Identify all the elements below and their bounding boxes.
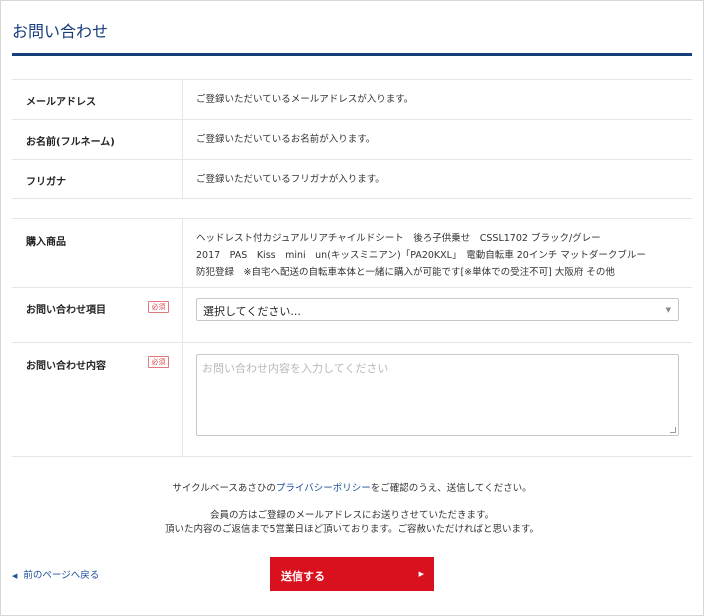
product-label-cell: 購入商品 (12, 219, 183, 287)
select-value: 選択してください... (203, 305, 301, 318)
name-label: お名前(フルネーム) (26, 137, 115, 148)
policy-suffix: をご確認のうえ、送信してください。 (370, 483, 532, 494)
page-title: お問い合わせ (12, 22, 109, 41)
title-divider (12, 53, 692, 56)
textarea-placeholder: お問い合わせ内容を入力してください (202, 362, 389, 375)
required-badge: 必須 (148, 356, 169, 368)
resize-handle-icon[interactable] (670, 427, 676, 433)
inquiry-item-row: お問い合わせ項目 必須 選択してください... ▼ (12, 287, 692, 342)
inquiry-item-label: お問い合わせ項目 (26, 305, 106, 316)
name-label-cell: お名前(フルネーム) (12, 120, 183, 159)
privacy-policy-link[interactable]: プライバシーポリシー (276, 483, 371, 494)
product-label: 購入商品 (26, 237, 66, 248)
inquiry-content-textarea[interactable]: お問い合わせ内容を入力してください (196, 354, 679, 436)
name-row: お名前(フルネーム) ご登録いただいているお名前が入ります。 (12, 119, 692, 159)
furigana-label-cell: フリガナ (12, 160, 183, 198)
email-row: メールアドレス ご登録いただいているメールアドレスが入ります。 (12, 79, 692, 119)
product-row: 購入商品 ヘッドレスト付カジュアルリアチャイルドシート 後ろ子供乗せ CSSL1… (12, 218, 692, 287)
submit-button[interactable]: 送信する ▶ (270, 557, 434, 591)
furigana-value: ご登録いただいているフリガナが入ります。 (196, 174, 385, 185)
chevron-down-icon: ▼ (665, 306, 671, 314)
submit-label: 送信する (281, 570, 325, 583)
inquiry-content-row: お問い合わせ内容 必須 お問い合わせ内容を入力してください (12, 342, 692, 457)
back-link[interactable]: ◀ 前のページへ戻る (12, 567, 99, 581)
product-line-1: ヘッドレスト付カジュアルリアチャイルドシート 後ろ子供乗せ CSSL1702 ブ… (196, 233, 601, 244)
member-notice: 会員の方はご登録のメールアドレスにお送りさせていただきます。 (209, 510, 495, 521)
furigana-row: フリガナ ご登録いただいているフリガナが入ります。 (12, 159, 692, 199)
product-line-3: 防犯登録 ※自宅へ配送の自転車本体と一緒に購入が可能です[※単体での受注不可] … (196, 267, 615, 278)
furigana-label: フリガナ (26, 177, 66, 188)
reply-notice: 頂いた内容のご返信まで5営業日ほど頂いております。ご容赦いただければと思います。 (164, 524, 540, 535)
back-link-label: 前のページへ戻る (23, 570, 100, 581)
inquiry-content-label: お問い合わせ内容 (26, 361, 106, 372)
triangle-right-icon: ▶ (418, 570, 424, 578)
required-badge: 必須 (148, 301, 169, 313)
inquiry-item-select[interactable]: 選択してください... ▼ (196, 298, 679, 321)
policy-notice: サイクルベースあさひのプライバシーポリシーをご確認のうえ、送信してください。 (0, 480, 704, 494)
email-label: メールアドレス (26, 97, 96, 108)
triangle-left-icon: ◀ (12, 572, 18, 580)
name-value: ご登録いただいているお名前が入ります。 (196, 134, 376, 145)
email-value: ご登録いただいているメールアドレスが入ります。 (196, 94, 414, 105)
product-line-2: 2017 PAS Kiss mini un(キッスミニアン)「PA20KXL」 … (196, 250, 646, 261)
policy-prefix: サイクルベースあさひの (172, 483, 276, 494)
email-label-cell: メールアドレス (12, 80, 183, 119)
inquiry-content-label-cell: お問い合わせ内容 必須 (12, 343, 183, 456)
inquiry-item-label-cell: お問い合わせ項目 必須 (12, 288, 183, 342)
